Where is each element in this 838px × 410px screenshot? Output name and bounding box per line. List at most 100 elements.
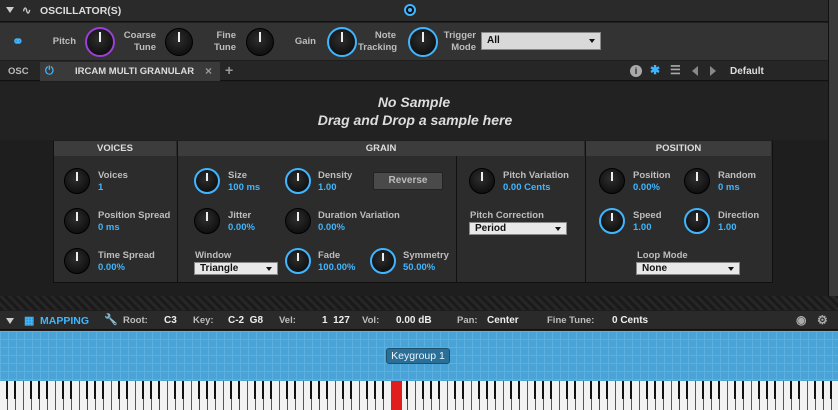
white-key[interactable]	[128, 381, 136, 410]
eye-icon[interactable]: ◉	[796, 313, 806, 327]
next-preset-icon[interactable]	[710, 66, 716, 76]
white-key[interactable]	[496, 381, 504, 410]
white-key[interactable]	[72, 381, 80, 410]
settings-icon[interactable]: ✱	[650, 63, 660, 77]
info-icon[interactable]: i	[630, 65, 642, 77]
knob-indicator	[76, 172, 78, 182]
preset-name[interactable]: Default	[730, 66, 764, 77]
gain-knob[interactable]	[327, 27, 357, 57]
power-icon[interactable]: ⏻	[45, 65, 57, 77]
voices-knob[interactable]	[64, 168, 90, 194]
loop-mode-label: Loop Mode	[637, 250, 688, 261]
fine-tune-map-value[interactable]: 0 Cents	[612, 315, 648, 326]
jitter-knob[interactable]	[194, 208, 220, 234]
white-key[interactable]	[552, 381, 560, 410]
fade-label: Fade	[318, 250, 341, 261]
prev-preset-icon[interactable]	[692, 66, 698, 76]
white-key[interactable]	[688, 381, 696, 410]
direction-knob[interactable]	[684, 208, 710, 234]
knob-indicator	[611, 213, 613, 222]
white-key[interactable]	[184, 381, 192, 410]
white-key[interactable]	[608, 381, 616, 410]
random-knob[interactable]	[684, 168, 710, 194]
menu-icon[interactable]: ☰	[670, 63, 681, 77]
settings-icon[interactable]: ⚙	[817, 313, 828, 327]
volume-value[interactable]: 0.00 dB	[396, 315, 432, 326]
keygroup-block[interactable]: Keygroup 1	[386, 348, 450, 364]
reverse-button[interactable]: Reverse	[373, 172, 443, 190]
knob-indicator	[341, 32, 343, 42]
position-spread-value: 0 ms	[98, 222, 120, 233]
scroll-handle[interactable]	[828, 0, 838, 310]
collapse-arrow-icon[interactable]	[6, 7, 14, 13]
fine-tune-knob[interactable]	[246, 28, 274, 56]
white-key[interactable]	[576, 381, 584, 410]
white-key[interactable]	[832, 381, 838, 410]
trigger-mode-dropdown[interactable]: All	[481, 32, 601, 50]
white-key[interactable]	[216, 381, 224, 410]
velocity-range-value[interactable]: 1 127	[322, 315, 350, 326]
white-key[interactable]	[240, 381, 248, 410]
white-key[interactable]	[296, 381, 304, 410]
knob-indicator	[696, 172, 698, 182]
wrench-icon[interactable]: 🔧	[104, 313, 118, 326]
oscillator-header	[0, 0, 838, 22]
link-icon[interactable]: ⚭	[12, 33, 28, 49]
white-key[interactable]	[632, 381, 640, 410]
density-knob[interactable]	[285, 168, 311, 194]
knob-indicator	[259, 32, 261, 42]
white-key[interactable]	[520, 381, 528, 410]
white-key[interactable]	[408, 381, 416, 410]
sample-drop-zone[interactable]	[0, 82, 828, 140]
white-key[interactable]	[16, 381, 24, 410]
oscillator-select-icon[interactable]	[404, 4, 416, 16]
window-label: Window	[195, 250, 232, 261]
white-key[interactable]	[800, 381, 808, 410]
white-key[interactable]	[352, 381, 360, 410]
time-spread-knob[interactable]	[64, 248, 90, 274]
position-knob[interactable]	[599, 168, 625, 194]
time-spread-label: Time Spread	[98, 250, 155, 261]
white-key[interactable]	[744, 381, 752, 410]
pitch-variation-value: 0.00 Cents	[503, 182, 551, 193]
fade-knob[interactable]	[285, 248, 311, 274]
white-key[interactable]	[48, 381, 56, 410]
pitch-label: Pitch	[52, 36, 76, 47]
osc-tab-label: OSC	[8, 66, 29, 77]
pitch-variation-label: Pitch Variation	[503, 170, 569, 181]
loop-mode-dropdown[interactable]: None	[636, 262, 740, 275]
window-dropdown[interactable]: Triangle	[194, 262, 278, 275]
white-key[interactable]	[776, 381, 784, 410]
knob-indicator	[99, 32, 101, 42]
loop-mode-value: None	[642, 263, 667, 274]
symmetry-knob[interactable]	[370, 248, 396, 274]
root-value[interactable]: C3	[164, 315, 177, 326]
note-tracking-knob[interactable]	[408, 27, 438, 57]
knob-indicator	[481, 172, 483, 182]
key-range-value[interactable]: C-2 G8	[228, 315, 263, 326]
pitch-correction-dropdown[interactable]: Period	[469, 222, 567, 235]
size-knob[interactable]	[194, 168, 220, 194]
white-key[interactable]	[104, 381, 112, 410]
coarse-tune-label: Coarse Tune	[123, 30, 156, 53]
close-icon[interactable]: ×	[205, 64, 212, 78]
duration-variation-knob[interactable]	[285, 208, 311, 234]
white-key[interactable]	[464, 381, 472, 410]
white-key[interactable]	[160, 381, 168, 410]
pitch-knob[interactable]	[85, 27, 115, 57]
chevron-down-icon	[728, 267, 734, 271]
pitch-correction-label: Pitch Correction	[470, 210, 544, 221]
white-key[interactable]	[440, 381, 448, 410]
position-spread-knob[interactable]	[64, 208, 90, 234]
white-key[interactable]	[384, 381, 392, 410]
add-tab-icon[interactable]: +	[225, 62, 233, 78]
speed-knob[interactable]	[599, 208, 625, 234]
collapse-arrow-icon[interactable]	[6, 318, 14, 324]
coarse-tune-knob[interactable]	[165, 28, 193, 56]
pan-value[interactable]: Center	[487, 315, 519, 326]
white-key[interactable]	[328, 381, 336, 410]
pitch-variation-knob[interactable]	[469, 168, 495, 194]
white-key[interactable]	[664, 381, 672, 410]
white-key[interactable]	[720, 381, 728, 410]
white-key[interactable]	[272, 381, 280, 410]
